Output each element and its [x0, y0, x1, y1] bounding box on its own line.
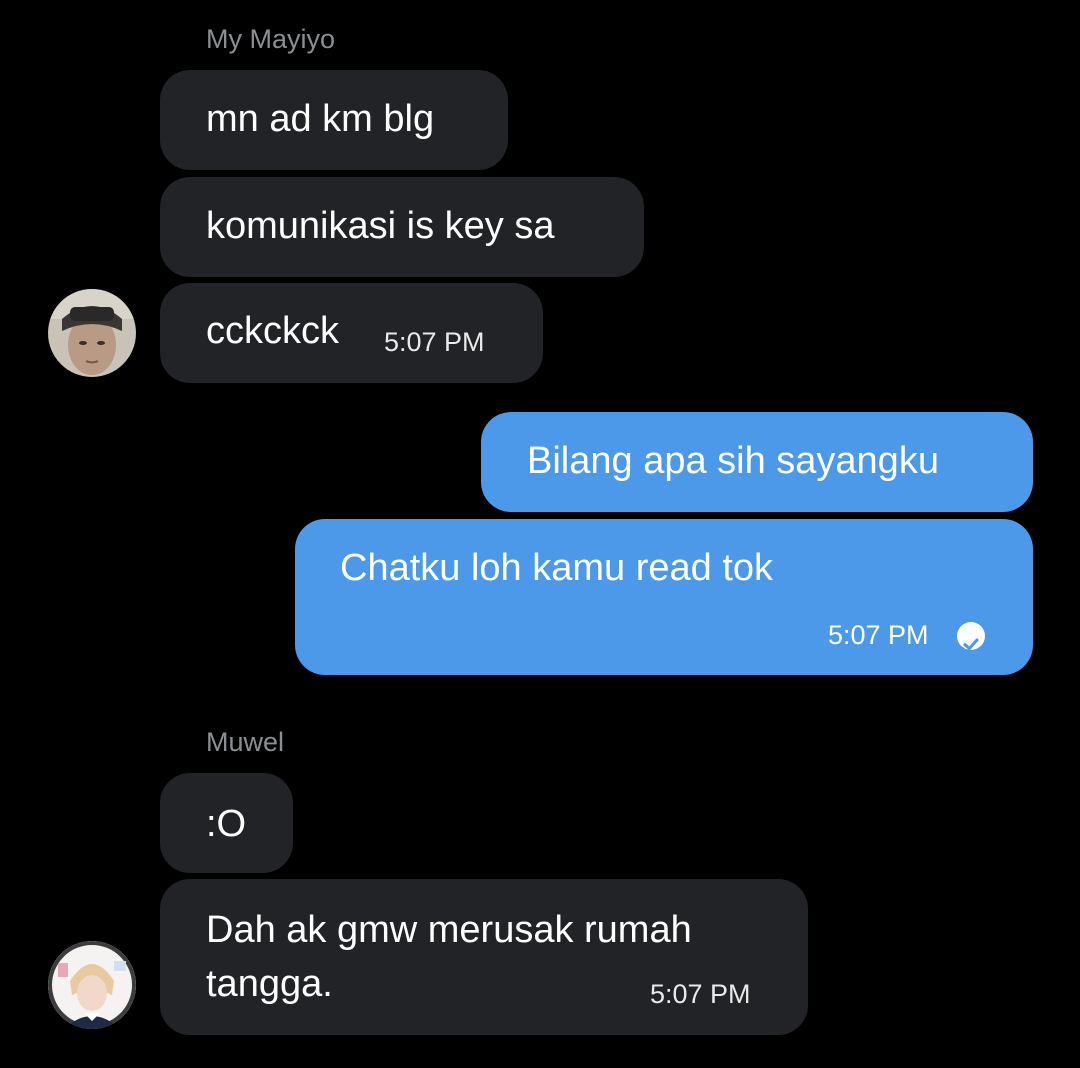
message-text: :O	[206, 803, 247, 845]
sender-name: Muwel	[206, 727, 285, 757]
message-bubble[interactable]: mn ad km blg	[160, 70, 508, 170]
message-text: Bilang apa sih sayangku	[527, 440, 939, 482]
message-text: komunikasi is key sa	[206, 205, 555, 247]
message-bubble[interactable]: Dah ak gmw merusak rumah tangga. 5:07 PM	[160, 879, 808, 1035]
message-bubble[interactable]: cckckck 5:07 PM	[160, 283, 543, 383]
read-check-icon	[957, 622, 985, 650]
message-bubble[interactable]: komunikasi is key sa	[160, 177, 644, 277]
message-text: mn ad km blg	[206, 98, 435, 140]
user-avatar-photo-icon[interactable]	[48, 941, 136, 1029]
sender-name: My Mayiyo	[206, 24, 336, 54]
message-timestamp: 5:07 PM	[650, 979, 751, 1009]
message-bubble-outgoing[interactable]: Chatku loh kamu read tok 5:07 PM	[295, 519, 1033, 675]
message-text: cckckck	[206, 310, 339, 352]
avatar-image	[48, 941, 136, 1029]
user-avatar-photo-icon[interactable]	[48, 289, 136, 377]
message-text: Chatku loh kamu read tok	[340, 547, 774, 589]
message-bubble-outgoing[interactable]: Bilang apa sih sayangku	[481, 412, 1033, 512]
message-timestamp: 5:07 PM	[384, 327, 485, 357]
message-bubble[interactable]: :O	[160, 773, 293, 873]
avatar-image	[48, 289, 136, 377]
message-timestamp: 5:07 PM	[828, 620, 929, 650]
